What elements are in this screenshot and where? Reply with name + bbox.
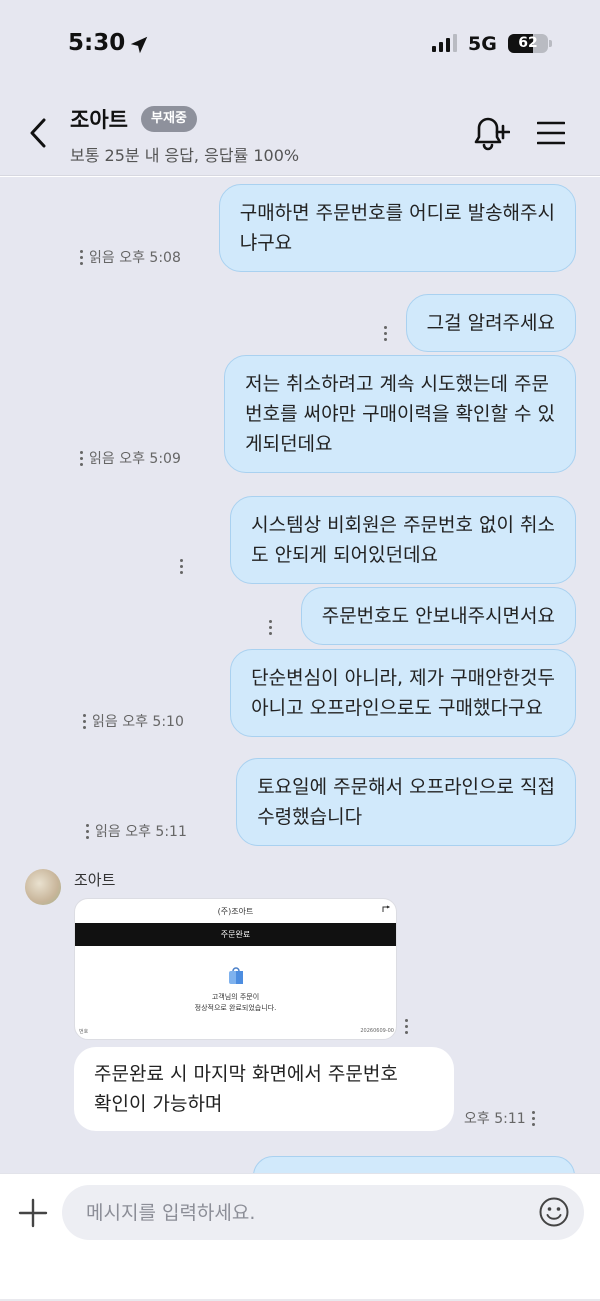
message-bubble-outgoing-partial[interactable]	[253, 1156, 575, 1173]
message-meta: 읽음 오후 5:08	[80, 247, 181, 267]
avatar[interactable]	[25, 869, 61, 905]
image-header-bar: 주문완료	[75, 923, 396, 946]
message-meta	[384, 326, 387, 341]
status-bar: 5:30 5G 62	[0, 0, 600, 88]
smiley-icon[interactable]	[538, 1196, 570, 1228]
location-arrow-icon	[130, 36, 148, 54]
message-meta: 오후 5:11	[464, 1108, 535, 1128]
battery-icon: 62	[508, 34, 548, 53]
message-bubble-outgoing[interactable]: 구매하면 주문번호를 어디로 발송해주시 냐구요	[218, 184, 576, 272]
message-meta: 읽음 오후 5:09	[80, 448, 181, 468]
more-options-icon[interactable]	[86, 823, 89, 839]
image-text-line: 정상적으로 완료되었습니다.	[194, 1004, 277, 1012]
read-timestamp: 읽음 오후 5:11	[95, 824, 187, 840]
message-bubble-incoming[interactable]: 주문완료 시 마지막 화면에서 주문번호 확인이 가능하며	[74, 1047, 454, 1131]
read-timestamp: 읽음 오후 5:10	[92, 714, 184, 730]
status-time: 5:30	[68, 30, 126, 56]
more-options-icon[interactable]	[384, 326, 387, 341]
battery-percent: 62	[518, 35, 538, 51]
bell-plus-icon[interactable]	[470, 114, 510, 152]
hamburger-menu-icon[interactable]	[537, 120, 565, 146]
image-order-label: 번호	[79, 1029, 89, 1035]
message-bubble-outgoing[interactable]: 토요일에 주문해서 오프라인으로 직접 수령했습니다	[236, 758, 576, 846]
shopping-bag-icon	[229, 967, 243, 984]
message-bubble-outgoing[interactable]: 단순변심이 아니라, 제가 구매안한것두 아니고 오프라인으로도 구매했다구요	[230, 649, 576, 737]
image-order-number: 20260609-00	[360, 1028, 394, 1034]
battery-cap	[549, 40, 552, 47]
more-options-icon[interactable]	[180, 559, 183, 574]
read-timestamp: 읽음 오후 5:09	[89, 451, 181, 467]
message-meta	[180, 559, 183, 574]
sender-name: 조아트	[74, 871, 116, 889]
image-text-line: 고객님의 주문이	[211, 993, 260, 1001]
message-composer	[0, 1173, 600, 1301]
chat-title: 조아트	[70, 108, 128, 132]
more-options-icon[interactable]	[269, 620, 272, 635]
message-bubble-outgoing[interactable]: 저는 취소하려고 계속 시도했는데 주문 번호를 써야만 구매이력을 확인할 수…	[224, 355, 576, 473]
chevron-left-icon[interactable]	[24, 116, 54, 150]
message-meta	[269, 620, 272, 635]
chat-messages[interactable]: 구매하면 주문번호를 어디로 발송해주시 냐구요 읽음 오후 5:08 그걸 알…	[0, 177, 600, 1173]
message-timestamp: 오후 5:11	[464, 1111, 526, 1127]
message-meta: 읽음 오후 5:10	[83, 711, 184, 731]
status-badge: 부재중	[141, 106, 197, 132]
read-timestamp: 읽음 오후 5:08	[89, 250, 181, 266]
more-options-icon[interactable]	[405, 1019, 408, 1034]
response-info: 보통 25분 내 응답, 응답률 100%	[70, 146, 300, 165]
message-input[interactable]	[62, 1185, 584, 1240]
network-type: 5G	[468, 33, 497, 55]
more-options-icon[interactable]	[83, 713, 86, 729]
more-options-icon[interactable]	[531, 1110, 535, 1126]
message-meta: 읽음 오후 5:11	[86, 821, 187, 841]
message-bubble-outgoing[interactable]: 시스템상 비회원은 주문번호 없이 취소 도 안되게 되어있던데요	[230, 496, 576, 584]
chat-header: 조아트 부재중 보통 25분 내 응답, 응답률 100%	[0, 88, 600, 176]
message-meta	[405, 1019, 408, 1034]
image-title: (주)조아트	[217, 907, 254, 916]
plus-icon[interactable]	[17, 1197, 49, 1229]
message-bubble-outgoing[interactable]: 그걸 알려주세요	[405, 294, 576, 352]
more-options-icon[interactable]	[80, 450, 83, 466]
share-icon	[382, 905, 391, 912]
message-bubble-outgoing[interactable]: 주문번호도 안보내주시면서요	[300, 587, 576, 645]
signal-bars-icon	[432, 34, 457, 52]
more-options-icon[interactable]	[80, 249, 83, 265]
image-attachment[interactable]: (주)조아트 주문완료 고객님의 주문이 정상적으로 완료되었습니다. 번호 2…	[74, 898, 397, 1040]
